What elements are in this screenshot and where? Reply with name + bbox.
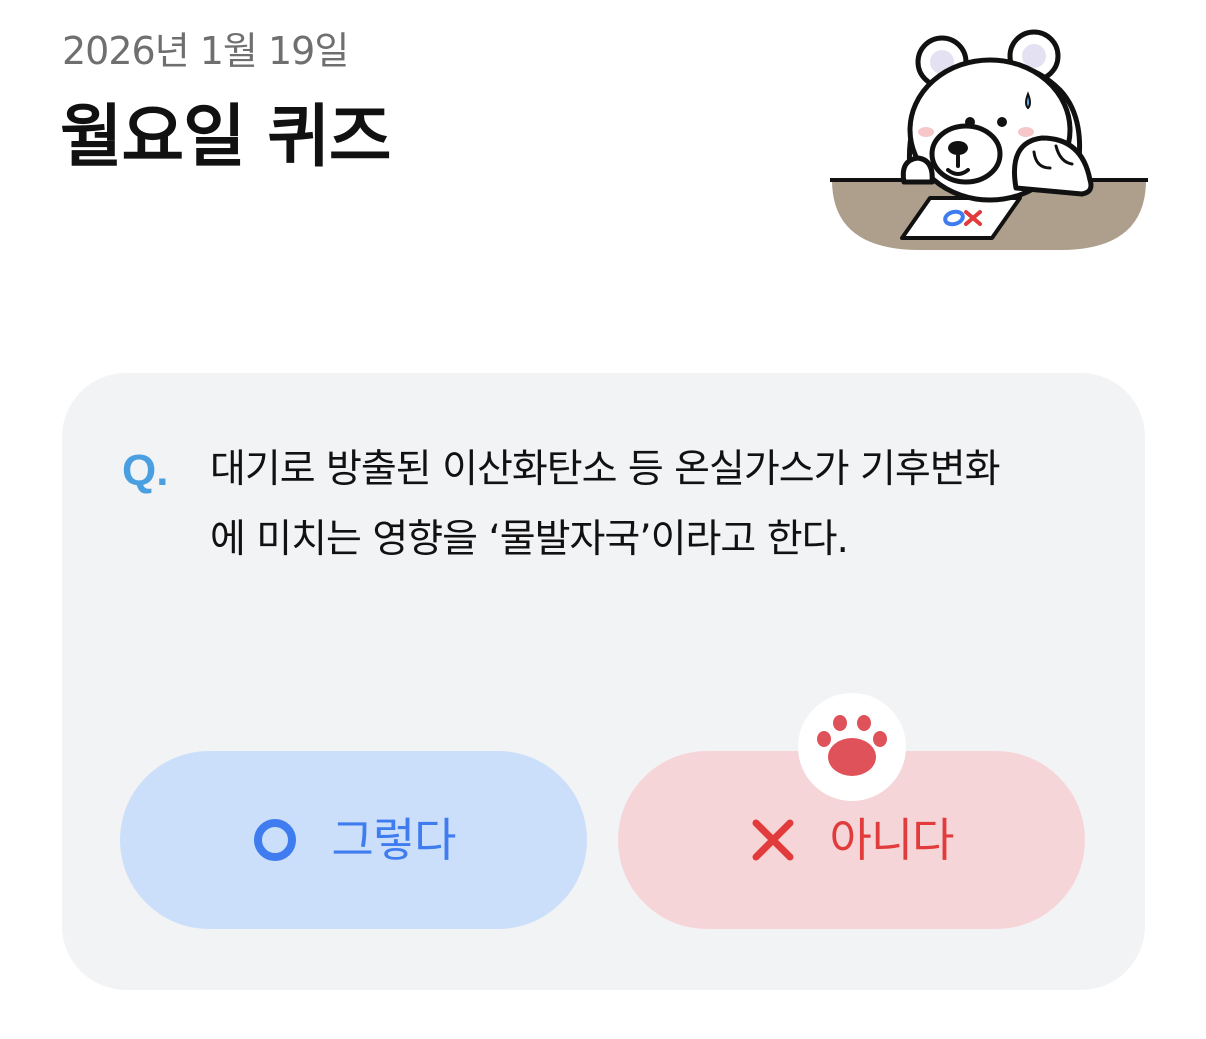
- question-marker: Q.: [122, 446, 169, 495]
- circle-o-icon: [253, 819, 296, 861]
- date-label: 2026년 1월 19일: [62, 29, 349, 73]
- quiz-card: Q. 대기로 방출된 이산화탄소 등 온실가스가 기후변화에 미치는 영향을 ‘…: [62, 373, 1145, 990]
- answer-yes-button[interactable]: 그렇다: [120, 751, 587, 929]
- answer-yes-label: 그렇다: [331, 813, 457, 867]
- bear-mascot-icon: [830, 29, 1148, 250]
- page-title: 월요일 퀴즈: [60, 98, 391, 177]
- paw-icon: [817, 715, 887, 776]
- x-mark-icon: [752, 819, 794, 861]
- question-text: 대기로 방출된 이산화탄소 등 온실가스가 기후변화에 미치는 영향을 ‘물발자…: [210, 447, 1000, 562]
- answer-no-label: 아니다: [829, 813, 955, 867]
- paw-badge: [798, 693, 906, 801]
